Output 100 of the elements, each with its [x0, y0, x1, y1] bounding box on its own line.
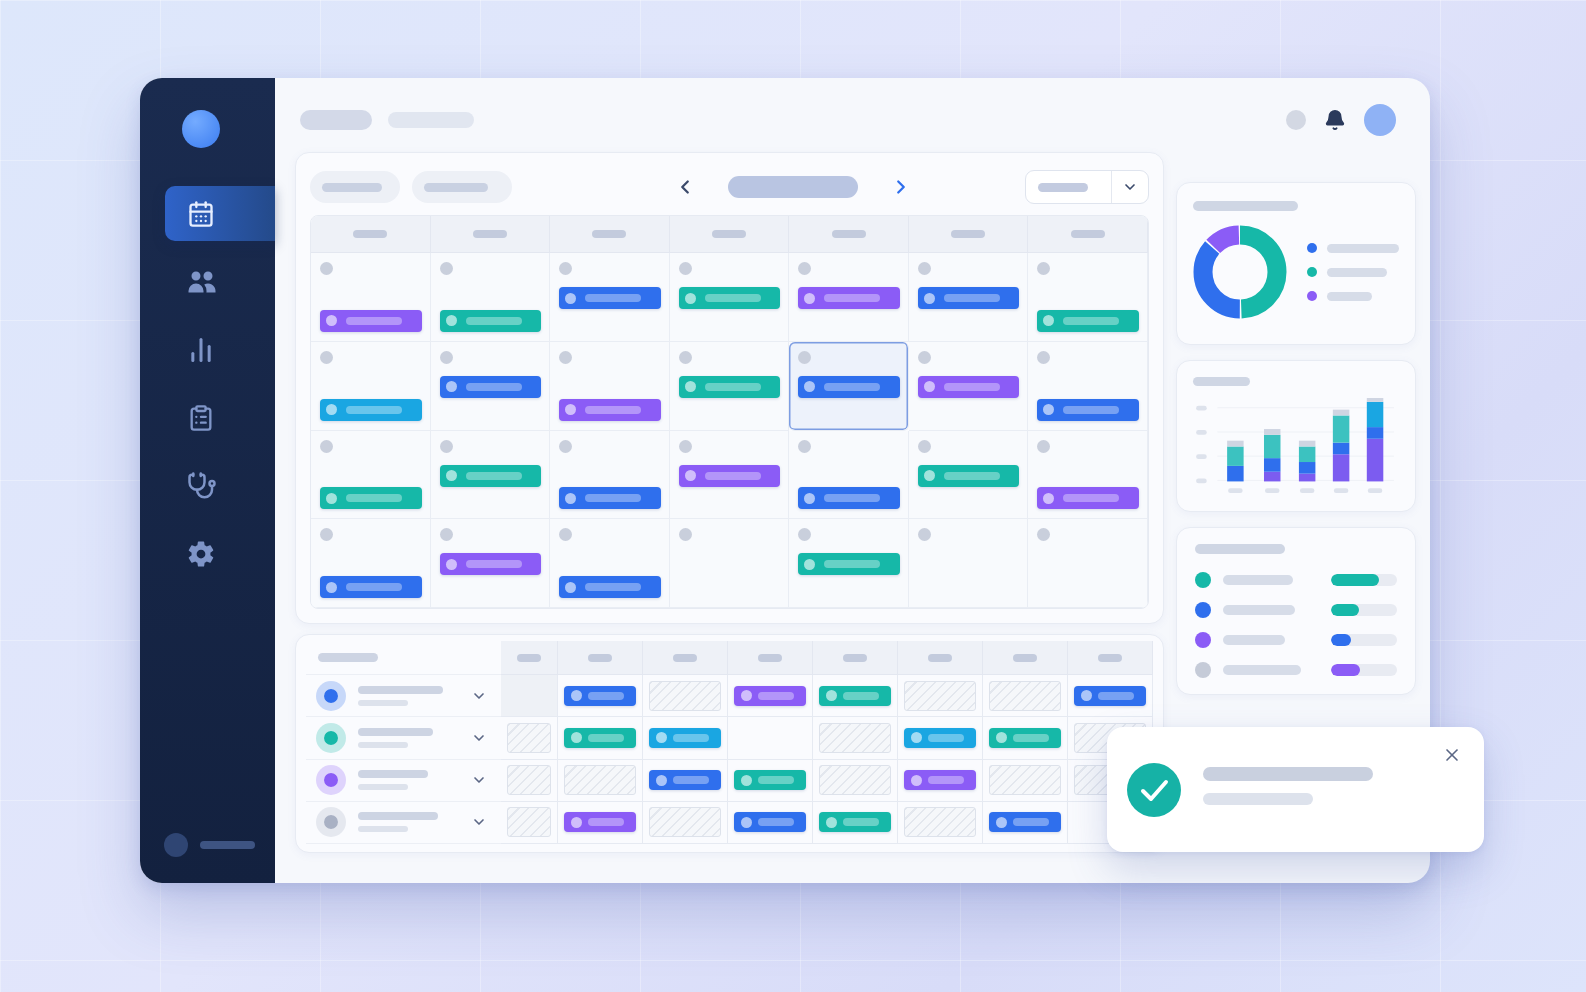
event-chip[interactable]: [798, 287, 900, 309]
calendar-day-cell[interactable]: [789, 519, 909, 608]
event-chip[interactable]: [798, 375, 900, 398]
event-chip[interactable]: [559, 487, 661, 510]
day-dot-icon: [320, 350, 333, 364]
day-dot-icon: [798, 439, 812, 453]
event-chip[interactable]: [734, 685, 806, 706]
event-chip[interactable]: [559, 576, 661, 598]
calendar-day-cell[interactable]: [550, 253, 670, 342]
calendar-day-cell[interactable]: [908, 253, 1029, 342]
event-chip[interactable]: [989, 727, 1061, 748]
calendar-day-cell[interactable]: [311, 519, 431, 608]
calendar-day-cell[interactable]: [311, 341, 431, 431]
event-chip[interactable]: [564, 685, 636, 706]
user-avatar-icon[interactable]: [1364, 104, 1396, 136]
text-placeholder: [358, 741, 408, 748]
event-chip[interactable]: [734, 812, 806, 833]
event-chip[interactable]: [559, 287, 661, 309]
event-chip[interactable]: [678, 375, 781, 398]
event-chip[interactable]: [917, 375, 1020, 398]
event-chip[interactable]: [320, 309, 422, 332]
stethoscope-icon: [187, 470, 217, 501]
event-chip[interactable]: [917, 287, 1020, 309]
calendar-day-cell[interactable]: [1028, 519, 1148, 608]
calendar-day-cell[interactable]: [550, 519, 670, 608]
text-placeholder: [1223, 575, 1293, 585]
event-chip[interactable]: [439, 553, 542, 576]
event-chip[interactable]: [320, 487, 422, 510]
day-dot-icon: [439, 528, 453, 542]
text-placeholder: [928, 653, 952, 662]
event-chip[interactable]: [904, 770, 976, 791]
calendar-day-cell[interactable]: [789, 341, 909, 431]
event-chip[interactable]: [439, 375, 542, 398]
event-chip[interactable]: [989, 812, 1061, 833]
text-placeholder: [358, 699, 408, 706]
placeholder-icon: [1286, 110, 1306, 130]
text-placeholder: [1223, 605, 1295, 615]
calendar-day-cell[interactable]: [669, 519, 790, 608]
event-chip[interactable]: [904, 727, 976, 748]
text-placeholder: [358, 784, 408, 791]
calendar-day-cell[interactable]: [430, 341, 551, 431]
calendar-day-cell[interactable]: [430, 430, 551, 520]
calendar-day-cell[interactable]: [669, 341, 790, 431]
user-avatar-icon: [164, 833, 188, 857]
calendar-day-cell[interactable]: [311, 253, 431, 342]
event-chip[interactable]: [320, 398, 422, 421]
calendar-day-cell[interactable]: [789, 430, 909, 520]
calendar-day-cell[interactable]: [430, 519, 551, 608]
event-chip[interactable]: [819, 685, 891, 706]
event-chip[interactable]: [1074, 685, 1146, 706]
day-dot-icon: [559, 350, 573, 364]
calendar-day-cell[interactable]: [311, 430, 431, 520]
calendar-day-cell[interactable]: [669, 430, 790, 520]
day-dot-icon: [559, 439, 573, 453]
event-chip[interactable]: [439, 309, 542, 332]
text-placeholder: [831, 230, 866, 238]
event-chip[interactable]: [320, 576, 422, 598]
calendar-day-cell[interactable]: [1028, 253, 1148, 342]
day-dot-icon: [917, 528, 931, 542]
calendar-day-cell[interactable]: [550, 430, 670, 520]
event-chip[interactable]: [1037, 309, 1139, 332]
calendar-day-cell[interactable]: [908, 519, 1029, 608]
calendar-day-cell[interactable]: [789, 253, 909, 342]
calendar-day-cell[interactable]: [430, 253, 551, 342]
event-chip[interactable]: [678, 287, 781, 309]
calendar-day-cell[interactable]: [1028, 430, 1148, 520]
calendar-day-cell[interactable]: [908, 341, 1029, 431]
day-dot-icon: [559, 262, 573, 275]
day-dot-icon: [917, 262, 931, 275]
event-chip[interactable]: [917, 464, 1020, 487]
event-chip[interactable]: [559, 398, 661, 421]
event-chip[interactable]: [819, 812, 891, 833]
event-chip[interactable]: [798, 553, 900, 576]
settings-icon: [187, 539, 215, 568]
event-chip[interactable]: [734, 770, 806, 791]
text-placeholder: [1223, 635, 1285, 645]
day-dot-icon: [320, 439, 333, 453]
event-chip[interactable]: [439, 464, 542, 487]
calendar-day-cell[interactable]: [669, 253, 790, 342]
calendar-day-cell[interactable]: [1028, 341, 1148, 431]
text-placeholder: [300, 110, 372, 130]
text-placeholder: [1327, 243, 1399, 253]
event-chip[interactable]: [564, 812, 636, 833]
text-placeholder: [1098, 653, 1122, 662]
event-chip[interactable]: [564, 727, 636, 748]
calendar-day-cell[interactable]: [908, 430, 1029, 520]
day-dot-icon: [678, 350, 692, 364]
event-chip[interactable]: [1037, 398, 1139, 421]
event-chip[interactable]: [649, 770, 721, 791]
notification-bell-icon[interactable]: [1324, 109, 1346, 131]
day-dot-icon: [798, 262, 812, 275]
text-placeholder: [318, 653, 378, 662]
event-chip[interactable]: [798, 487, 900, 510]
calendar-day-cell[interactable]: [550, 341, 670, 431]
nav-item[interactable]: [165, 186, 275, 241]
text-placeholder: [472, 230, 507, 238]
event-chip[interactable]: [649, 727, 721, 748]
event-chip[interactable]: [678, 464, 781, 487]
event-chip[interactable]: [1037, 487, 1139, 510]
day-dot-icon: [917, 350, 931, 364]
